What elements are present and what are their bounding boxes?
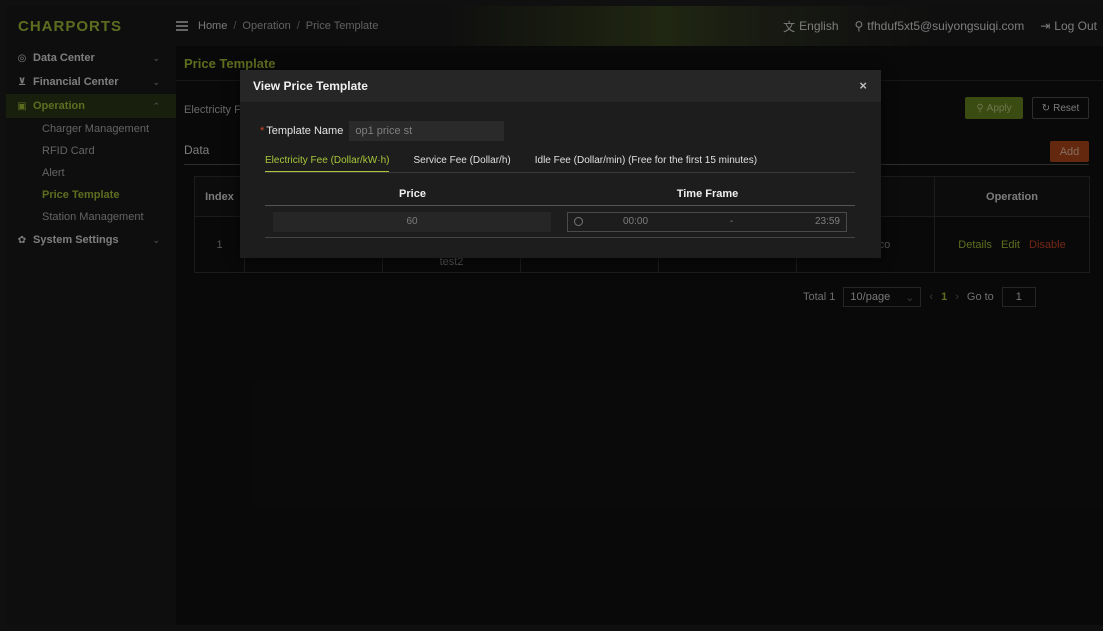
tab-idle-fee[interactable]: Idle Fee (Dollar/min) (Free for the firs… [535, 155, 757, 173]
tab-electricity-fee[interactable]: Electricity Fee (Dollar/kW·h) [265, 155, 390, 173]
price-table-header: Price Time Frame [265, 182, 855, 206]
divider [265, 172, 855, 173]
time-frame-picker[interactable]: 00:00 - 23:59 [567, 211, 847, 232]
dialog-title: View Price Template [253, 79, 368, 93]
price-row: 60 00:00 - 23:59 [265, 206, 855, 238]
template-name-field[interactable]: op1 price st [349, 121, 505, 141]
column-header-time-frame: Time Frame [676, 187, 739, 200]
view-price-template-dialog: View Price Template × * Template Name op… [240, 70, 881, 258]
price-field[interactable]: 60 [273, 211, 551, 232]
time-start: 00:00 [623, 216, 649, 227]
tab-service-fee[interactable]: Service Fee (Dollar/h) [413, 155, 510, 173]
price-table: Price Time Frame 60 00:00 - 23:59 [265, 182, 855, 238]
time-separator: - [729, 216, 734, 227]
template-name-label: Template Name [266, 125, 344, 137]
clock-icon [574, 217, 583, 226]
fee-tabs: Electricity Fee (Dollar/kW·h) Service Fe… [265, 155, 757, 173]
column-header-price: Price [399, 187, 426, 200]
close-icon[interactable]: × [859, 78, 867, 93]
required-mark: * [260, 125, 265, 137]
template-name-row: * Template Name op1 price st [260, 121, 505, 141]
dialog-header: View Price Template × [240, 70, 881, 102]
time-end: 23:59 [814, 216, 840, 227]
